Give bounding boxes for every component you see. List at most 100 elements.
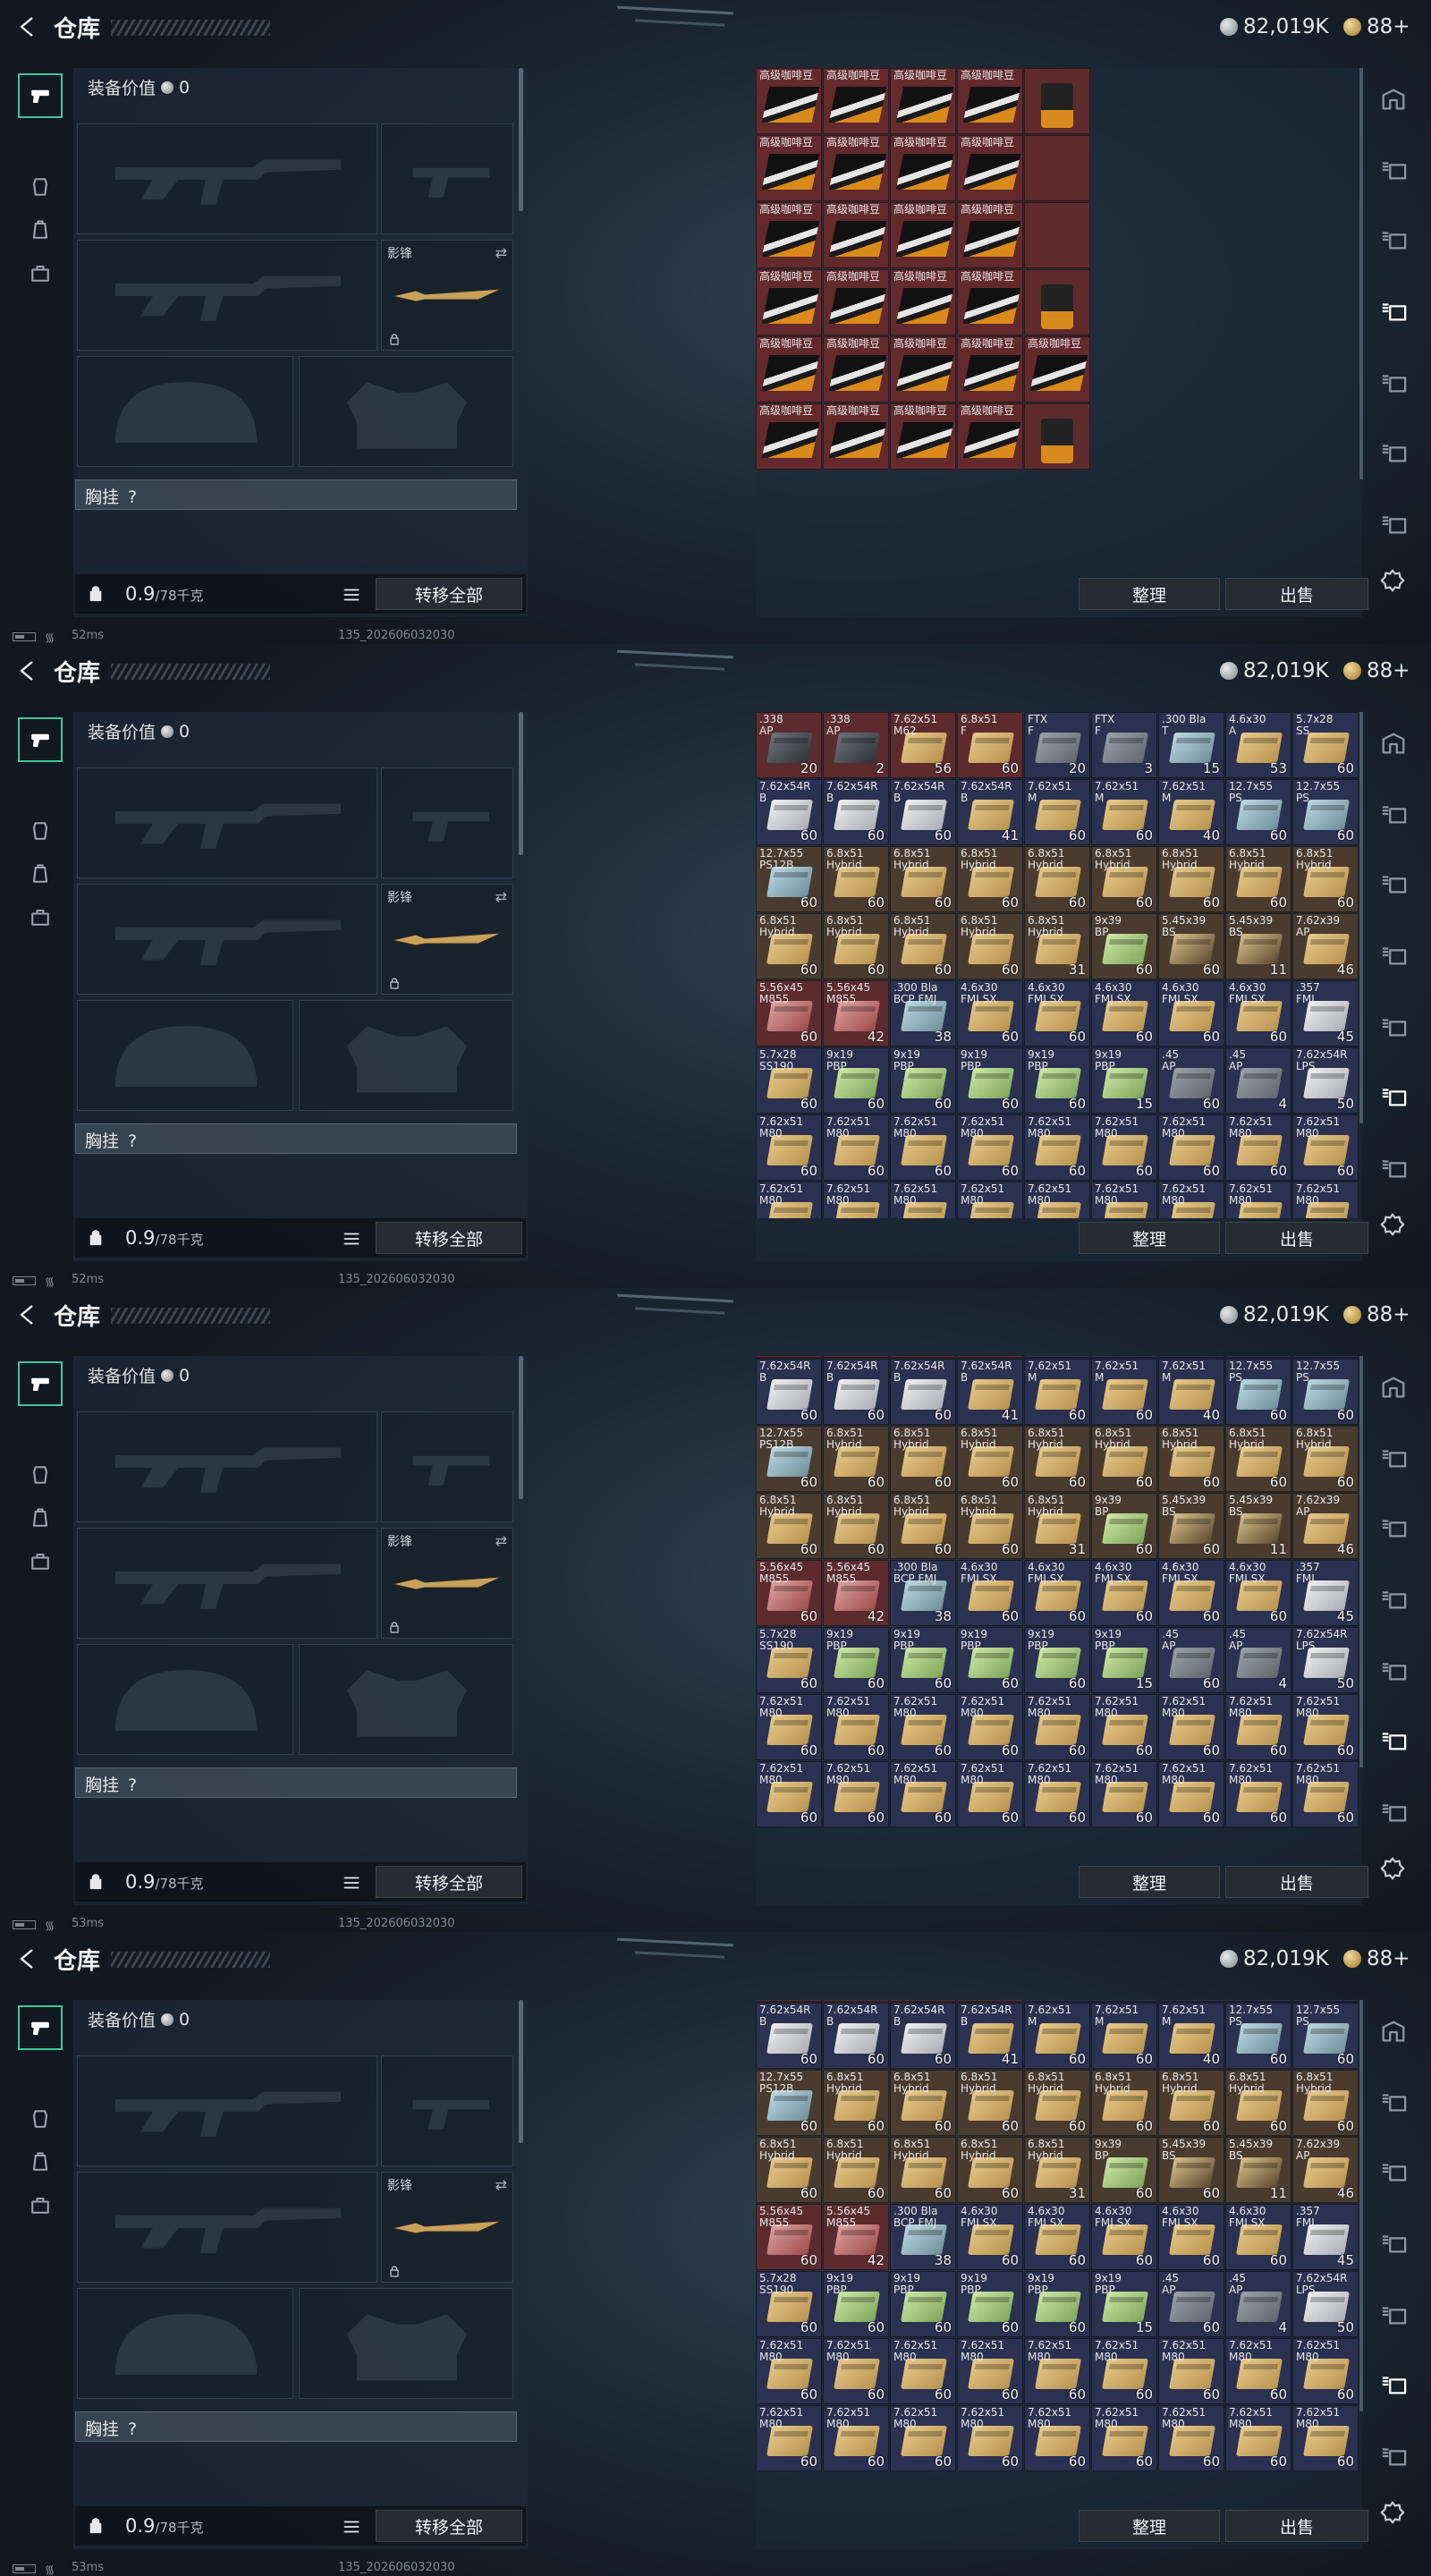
storage-tab-5-icon[interactable] bbox=[1374, 1007, 1413, 1046]
ammo-item[interactable]: 7.62x54R B 41 bbox=[957, 779, 1023, 845]
ammo-item[interactable]: 7.62x54R B 41 bbox=[957, 1359, 1023, 1425]
storage-tab-6-icon[interactable] bbox=[1374, 1721, 1413, 1760]
sidebar-armor-icon[interactable] bbox=[18, 2097, 63, 2141]
storage-tab-7-icon[interactable] bbox=[1374, 1792, 1413, 1832]
ammo-item[interactable]: 7.62x51 M8060 bbox=[1024, 1182, 1090, 1218]
ammo-item[interactable]: 7.62x54R B 60 bbox=[756, 779, 822, 845]
storage-item[interactable]: 高级咖啡豆 bbox=[957, 135, 1023, 201]
ammo-item[interactable]: 6.8x51 Hybrid 60 bbox=[1292, 2070, 1359, 2136]
ammo-item[interactable]: 7.62x51 M8060 bbox=[756, 2405, 822, 2471]
ammo-item[interactable]: 7.62x51 M8060 bbox=[1225, 1694, 1291, 1760]
ammo-item[interactable]: .300 Bla BCP FMJ 38 bbox=[890, 2204, 956, 2270]
back-arrow-icon[interactable] bbox=[13, 13, 41, 41]
ammo-item[interactable]: 6.8x51 Hybrid 60 bbox=[890, 2070, 956, 2136]
ammo-item[interactable]: 7.62x51 M8060 bbox=[1091, 2338, 1157, 2404]
ammo-item[interactable]: 7.62x51 M8060 bbox=[1225, 2405, 1291, 2471]
ammo-item[interactable]: 4.6x30 FMJ SX 60 bbox=[1024, 2204, 1090, 2270]
helmet-slot[interactable] bbox=[77, 2288, 293, 2399]
storage-item[interactable]: 高级咖啡豆 bbox=[957, 202, 1023, 268]
ammo-item[interactable]: 6.8x51 Hybrid 60 bbox=[1091, 2070, 1157, 2136]
melee-slot[interactable]: 影锋 ⇄ bbox=[381, 2172, 513, 2283]
ammo-item[interactable]: 7.62x51 M8060 bbox=[1292, 1182, 1359, 1218]
ammo-item[interactable]: 7.62x51 M8060 bbox=[1158, 2338, 1224, 2404]
ammo-item[interactable]: 7.62x51 M 40 bbox=[1158, 2003, 1224, 2069]
sidebar-backpack-icon[interactable] bbox=[18, 852, 63, 896]
storage-tab-2-icon[interactable] bbox=[1374, 150, 1413, 190]
ammo-item[interactable]: 7.62x51 M8060 bbox=[756, 1694, 822, 1760]
ammo-item[interactable]: 4.6x30 FMJ SX 60 bbox=[1158, 1560, 1224, 1626]
ammo-item[interactable]: 6.8x51 F60 bbox=[957, 2000, 1023, 2002]
ammo-item[interactable]: .357 FMJ 45 bbox=[1292, 2204, 1359, 2270]
storage-tab-2-icon[interactable] bbox=[1374, 2082, 1413, 2122]
ammo-item[interactable]: .357 FMJ 45 bbox=[1292, 1560, 1359, 1626]
ammo-item[interactable]: 7.62x51 M8060 bbox=[1158, 2405, 1224, 2471]
ammo-item[interactable]: 6.8x51 Hybrid 60 bbox=[957, 2070, 1023, 2136]
ammo-item[interactable]: 6.8x51 Hybrid 60 bbox=[823, 2070, 889, 2136]
ammo-item[interactable]: 7.62x51 M8060 bbox=[957, 1694, 1023, 1760]
sidebar-case-icon[interactable] bbox=[18, 1538, 63, 1583]
list-icon[interactable] bbox=[342, 585, 361, 603]
ammo-item[interactable]: 4.6x30 A 53 bbox=[1225, 712, 1291, 778]
list-icon[interactable] bbox=[342, 1873, 361, 1891]
swap-icon[interactable]: ⇄ bbox=[495, 2176, 507, 2193]
ammo-item[interactable]: 7.62x51 M 60 bbox=[1091, 779, 1157, 845]
ammo-item[interactable]: 7.62x54R B 60 bbox=[823, 2003, 889, 2069]
storage-tab-6-icon[interactable] bbox=[1374, 433, 1413, 472]
storage-item[interactable]: 高级咖啡豆 bbox=[756, 135, 822, 201]
ammo-item[interactable]: .338 AP2 bbox=[823, 1356, 889, 1358]
ammo-item[interactable]: 7.62x51 M8060 bbox=[890, 1761, 956, 1827]
ammo-item[interactable]: 9x19 PBP 60 bbox=[890, 1047, 956, 1114]
ammo-item[interactable]: 12.7x55 PS12B 60 bbox=[756, 2070, 822, 2136]
ammo-item[interactable]: 7.62x51 M8060 bbox=[1024, 1694, 1090, 1760]
storage-item[interactable]: 高级咖啡豆 bbox=[890, 135, 956, 201]
ammo-item[interactable]: 5.45x39 BS 11 bbox=[1225, 1493, 1291, 1559]
sidebar-weapons-icon[interactable] bbox=[18, 1361, 63, 1406]
ammo-item[interactable]: .338 AP2 bbox=[823, 2000, 889, 2002]
sell-button[interactable]: 出售 bbox=[1225, 578, 1368, 610]
ammo-item[interactable]: 6.8x51 Hybrid 60 bbox=[890, 1493, 956, 1559]
storage-tab-4-icon[interactable] bbox=[1374, 2224, 1413, 2263]
ammo-item[interactable]: 6.8x51 Hybrid 60 bbox=[890, 2137, 956, 2203]
sidebar-backpack-icon[interactable] bbox=[18, 1496, 63, 1540]
storage-tab-4-icon[interactable] bbox=[1374, 1580, 1413, 1619]
ammo-item[interactable]: 5.45x39 BS 60 bbox=[1158, 913, 1224, 979]
ammo-item[interactable]: 6.8x51 Hybrid 60 bbox=[1158, 2070, 1224, 2136]
storage-tab-5-icon[interactable] bbox=[1374, 2295, 1413, 2334]
ammo-item[interactable]: .338 AP20 bbox=[756, 2000, 822, 2002]
ammo-item[interactable]: .300 Bla BCP FMJ 38 bbox=[890, 1560, 956, 1626]
chest-rig-slot[interactable]: 胸挂? bbox=[75, 1123, 517, 1154]
helmet-slot[interactable] bbox=[77, 1644, 293, 1755]
ammo-item[interactable]: 9x19 PBP 60 bbox=[823, 2271, 889, 2337]
storage-item[interactable] bbox=[1024, 403, 1090, 470]
ammo-item[interactable]: 7.62x51 M8060 bbox=[890, 2338, 956, 2404]
ammo-item[interactable]: .45 AP 4 bbox=[1225, 1627, 1291, 1693]
sort-button[interactable]: 整理 bbox=[1079, 1866, 1220, 1898]
storage-item[interactable]: 高级咖啡豆 bbox=[823, 135, 889, 201]
sidebar-weapons-icon[interactable] bbox=[18, 2005, 63, 2050]
ammo-item[interactable]: 6.8x51 Hybrid 60 bbox=[957, 1426, 1023, 1492]
ammo-item[interactable]: 7.62x51 M8060 bbox=[1091, 1182, 1157, 1218]
ammo-item[interactable]: 6.8x51 Hybrid 60 bbox=[823, 2137, 889, 2203]
ammo-item[interactable]: 7.62x51 M8060 bbox=[890, 2405, 956, 2471]
ammo-item[interactable]: 7.62x51 M8060 bbox=[1292, 2405, 1359, 2471]
chest-rig-help[interactable]: ? bbox=[128, 2419, 137, 2439]
storage-tab-2-icon[interactable] bbox=[1374, 794, 1413, 834]
ammo-item[interactable]: FTX F20 bbox=[1024, 2000, 1090, 2002]
ammo-item[interactable]: 6.8x51 Hybrid 60 bbox=[890, 913, 956, 979]
ammo-item[interactable]: 9x19 PBP 15 bbox=[1091, 2271, 1157, 2337]
chest-rig-help[interactable]: ? bbox=[128, 1131, 137, 1151]
ammo-item[interactable]: .338 AP20 bbox=[756, 1356, 822, 1358]
ammo-item[interactable]: 9x19 PBP 60 bbox=[1024, 1627, 1090, 1693]
storage-scrollbar[interactable] bbox=[1359, 68, 1363, 479]
ammo-item[interactable]: 6.8x51 Hybrid 60 bbox=[1024, 2070, 1090, 2136]
storage-tab-1-icon[interactable] bbox=[1374, 2012, 1413, 2052]
ammo-item[interactable]: 4.6x30 FMJ SX 60 bbox=[957, 2204, 1023, 2270]
gear-icon[interactable] bbox=[1379, 1211, 1406, 1238]
back-arrow-icon[interactable] bbox=[13, 657, 41, 685]
storage-item[interactable]: 高级咖啡豆 bbox=[890, 269, 956, 335]
ammo-item[interactable]: 7.62x51 M8060 bbox=[1091, 1761, 1157, 1827]
ammo-item[interactable]: 7.62x51 M8060 bbox=[1292, 1114, 1359, 1181]
ammo-item[interactable]: 7.62x51 M8060 bbox=[1225, 1182, 1291, 1218]
ammo-item[interactable]: 6.8x51 Hybrid 31 bbox=[1024, 1493, 1090, 1559]
ammo-item[interactable]: 12.7x55 PS12B 60 bbox=[756, 846, 822, 912]
